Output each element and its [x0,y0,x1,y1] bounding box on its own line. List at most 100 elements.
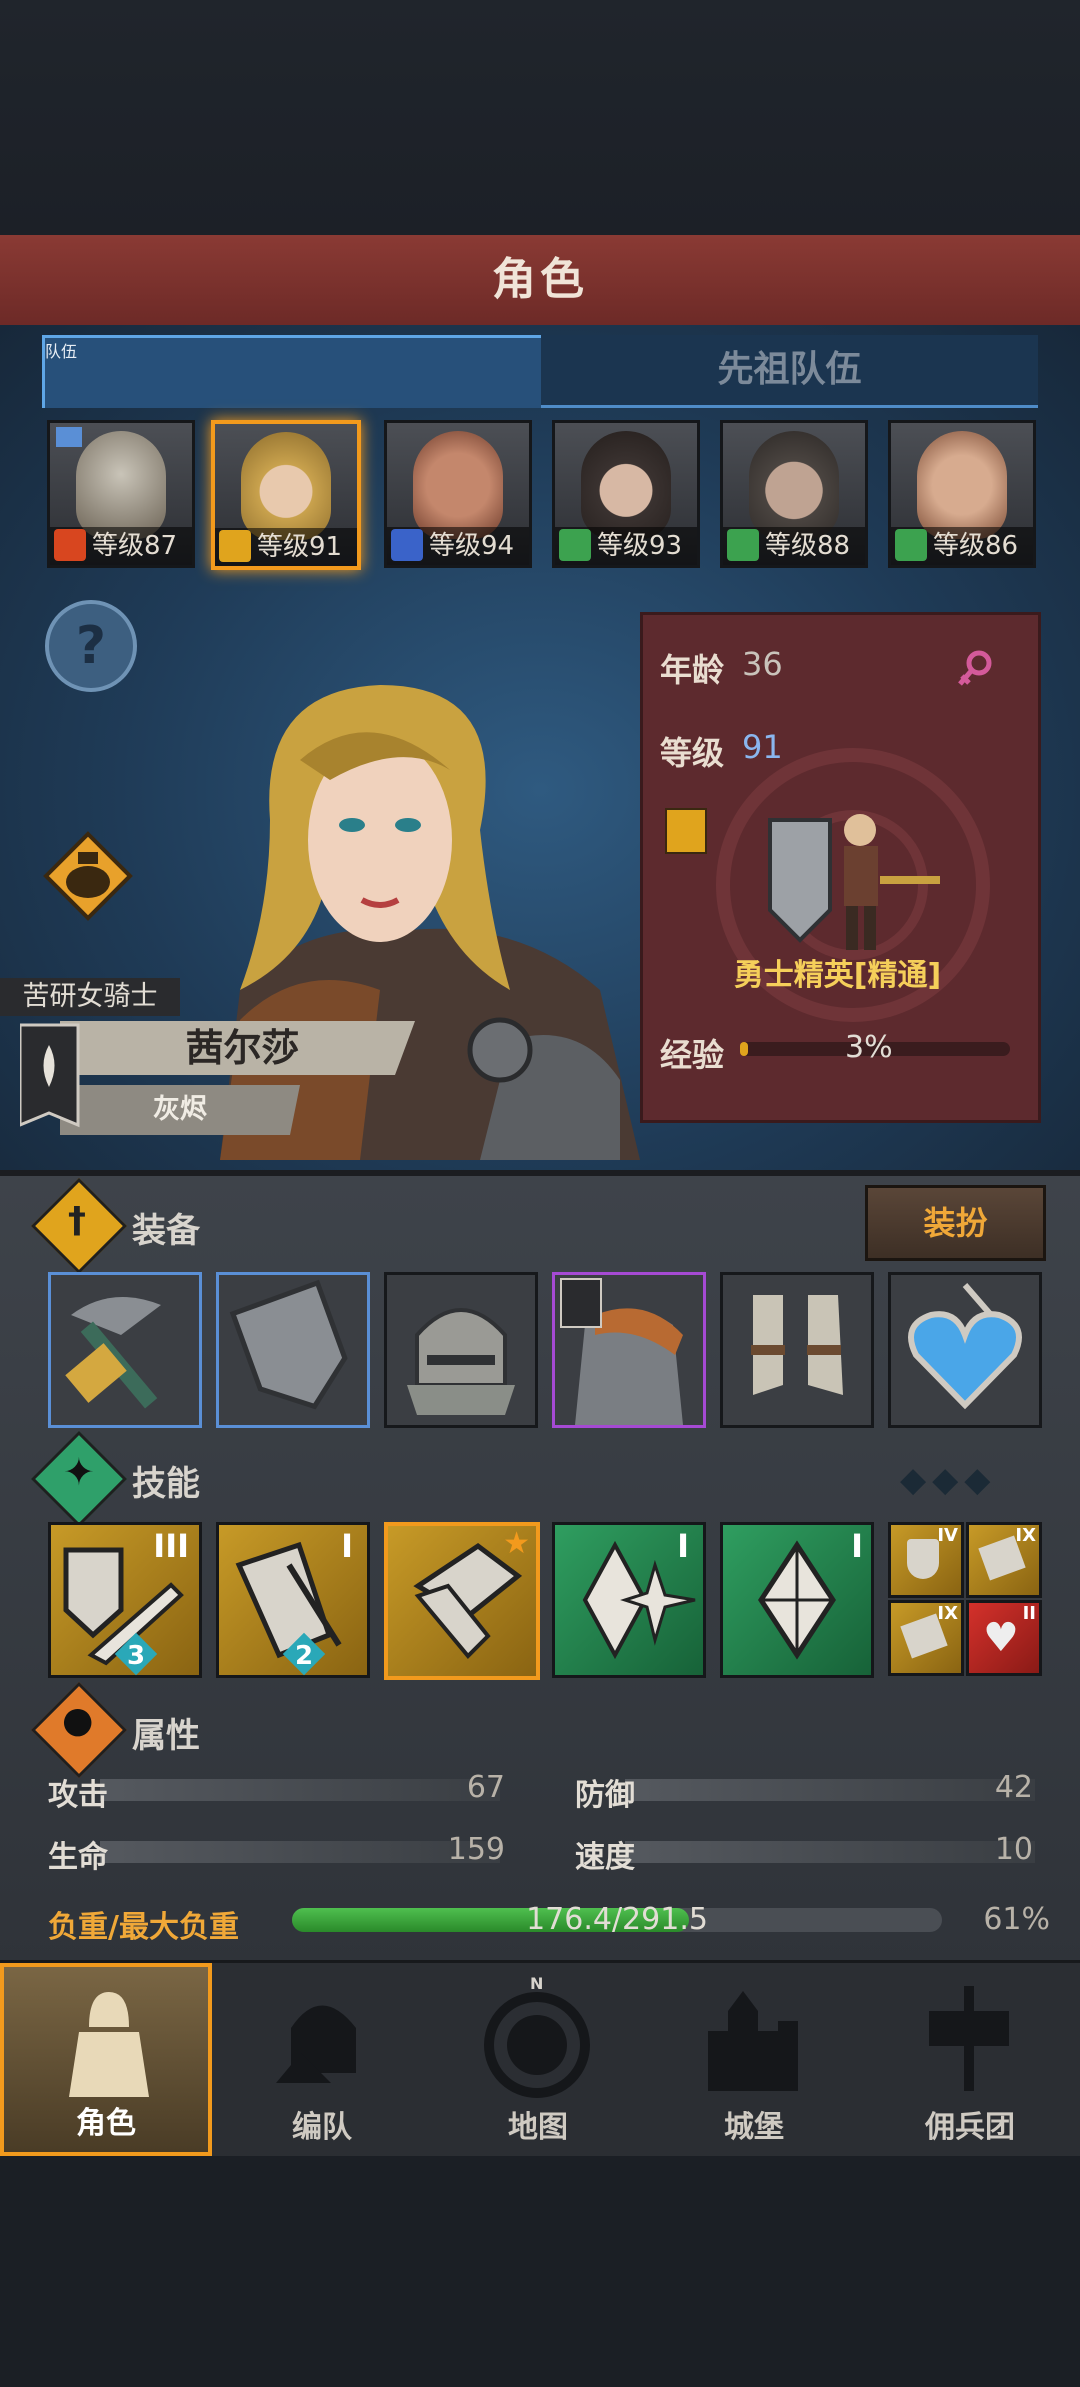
roster-slot-2[interactable]: 等级91 [211,420,361,570]
heart-icon: ♥ [983,1615,1019,1661]
nav-label: 编队 [292,2110,352,2145]
roster-slot-1[interactable]: 等级87 [47,420,195,568]
age-value: 36 [742,645,783,683]
skill-3[interactable]: ★ [384,1522,540,1680]
nav-label: 地图 [508,2110,568,2145]
level-value: 91 [742,728,783,766]
class-figure [768,814,940,950]
skill-slot-diamonds-icon: ◆◆◆ [900,1460,997,1500]
defense-label: 防御 [575,1778,635,1813]
shield-icon [229,1279,348,1410]
hp-value: 159 [447,1832,505,1867]
load-label: 负重/最大负重 [48,1910,239,1945]
passive-rank: IX [937,1603,958,1624]
hero-portrait [413,431,503,539]
armor-icon [560,1278,683,1425]
helmet-icon [407,1308,515,1415]
skills-title: 技能 [132,1464,200,1504]
banner-icon [929,1986,1009,2091]
helmet-portrait [76,431,166,539]
boots-icon [751,1295,843,1395]
helmet-group-icon [276,2005,356,2083]
equipment-title: 装备 [132,1211,200,1251]
potion-icon[interactable] [42,830,134,922]
load-value: 176.4/291.5 [526,1902,708,1937]
bottom-area [0,2156,1080,2387]
attack-label: 攻击 [48,1778,108,1813]
roster-slot-5[interactable]: 等级88 [720,420,868,568]
skill-1[interactable]: III 3 [48,1522,202,1678]
tab-ancestor-team[interactable]: 先祖队伍 [541,335,1038,408]
nav-formation[interactable]: 编队 [216,1963,428,2156]
passive-skill-3[interactable]: IX [888,1600,964,1676]
equip-slot-weapon[interactable] [48,1272,202,1428]
roster-slot-3[interactable]: 等级94 [384,420,532,568]
exp-bar-fill [740,1042,749,1056]
nav-label: 城堡 [724,2110,784,2145]
person-icon: ● [62,1700,94,1741]
tab-team-label: 队伍 [45,342,78,361]
passive-rank: IX [1015,1525,1036,1546]
heart-amulet-icon [908,1283,1022,1410]
equip-slot-boots[interactable] [720,1272,874,1428]
character-title: 苦研女骑士 [0,978,180,1016]
defense-value: 42 [994,1770,1033,1805]
nav-mercenary[interactable]: 佣兵团 [864,1963,1076,2156]
cross-icon: † [68,1200,86,1241]
knight-icon [69,1992,149,2097]
nav-label: 角色 [76,2106,136,2141]
hero-portrait [917,431,1007,539]
equip-slot-armor[interactable] [552,1272,706,1428]
skill-rank: III [153,1527,189,1565]
bow-class-icon [895,529,927,561]
attack-value: 67 [466,1770,505,1805]
skill-rank: I [677,1527,689,1565]
female-icon [958,650,992,686]
pickaxe-icon [65,1297,161,1409]
flag-icon [56,427,82,447]
tab-team[interactable]: 队伍 [42,335,544,408]
hp-label: 生命 [48,1840,108,1875]
top-area [0,0,1080,235]
passive-skill-4[interactable]: ♥ II [966,1600,1042,1676]
passive-rank: II [1022,1603,1036,1624]
shield-icon [907,1539,939,1579]
roster-slot-6[interactable]: 等级86 [888,420,1036,568]
equip-slot-helmet[interactable] [384,1272,538,1428]
skill-badge: 2 [295,1641,314,1671]
bow-class-icon [727,529,759,561]
nav-castle[interactable]: 城堡 [648,1963,860,2156]
equip-slot-shield[interactable] [216,1272,370,1428]
skill-badge: 3 [127,1641,146,1671]
equip-slot-amulet[interactable] [888,1272,1042,1428]
shield-class-icon [219,530,251,562]
age-label: 年龄 [660,651,725,689]
nav-map[interactable]: N 地图 [432,1963,644,2156]
svg-text:N: N [530,1975,543,1993]
character-faction: 灰烬 [153,1094,207,1125]
hero-portrait [749,431,839,539]
tab-ancestor-label: 先祖队伍 [717,349,862,390]
nav-character[interactable]: 角色 [0,1963,212,2156]
skill-star-icon: ★ [503,1526,530,1561]
roster-slot-4[interactable]: 等级93 [552,420,700,568]
class-badge-icon [665,808,707,854]
question-icon: ? [75,616,107,676]
exp-value: 3% [845,1030,893,1065]
passive-skill-1[interactable]: IV [888,1522,964,1598]
hero-portrait [581,431,671,539]
class-name: 勇士精英[精通] [733,958,942,993]
skill-2[interactable]: I 2 [216,1522,370,1678]
hero-portrait [241,432,331,540]
nav-label: 佣兵团 [925,2110,1015,2145]
skill-rank: I [341,1527,353,1565]
outfit-button[interactable]: 装扮 [865,1185,1046,1261]
help-button[interactable]: ? [45,600,137,692]
compass-icon: N [484,1975,590,2098]
level-label: 等级 [660,734,725,772]
skill-4[interactable]: I [552,1522,706,1678]
speed-label: 速度 [575,1840,635,1875]
skill-5[interactable]: I [720,1522,874,1678]
page-title: 角色 [492,254,588,305]
passive-skill-2[interactable]: IX [966,1522,1042,1598]
